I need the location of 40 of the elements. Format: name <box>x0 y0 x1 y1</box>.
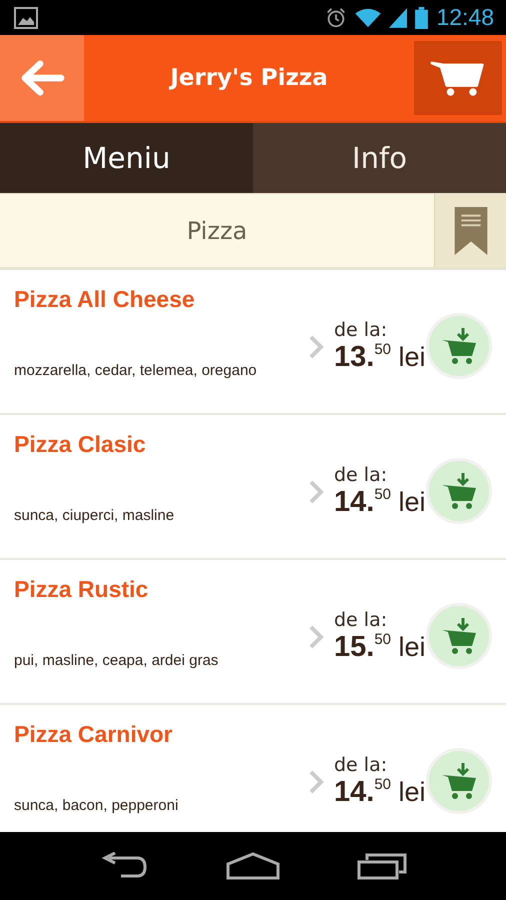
wifi-icon <box>355 8 382 28</box>
clock-time: 12:48 <box>436 4 494 31</box>
pizza-name: Pizza Rustic <box>14 576 150 603</box>
chevron-icon <box>308 624 324 650</box>
price-text: 14.$^{50}$ lei <box>334 776 426 809</box>
chevron-icon <box>308 478 324 504</box>
ingredients-text: mozzarella, cedar, telemea, oregano <box>14 362 258 379</box>
chevron-icon <box>308 768 324 794</box>
battery-icon <box>415 6 428 28</box>
price-prefix: de la: <box>334 464 388 486</box>
tab[interactable]: Meniu <box>0 123 253 193</box>
price-text: 14.$^{50}$ lei <box>334 486 426 519</box>
menu-item-row[interactable]: Pizza Rustic pui, masline, ceapa, ardei gras de la: 15.$^{50}$ lei <box>0 560 506 705</box>
pizza-name: Pizza All Cheese <box>14 286 196 313</box>
price-prefix: de la: <box>334 609 388 631</box>
cart-icon <box>430 59 486 97</box>
home-icon[interactable] <box>226 852 280 880</box>
price-prefix: de la: <box>334 319 388 341</box>
chevron-icon <box>308 334 324 360</box>
menu-item-row[interactable]: Pizza All Cheese mozzarella, cedar, telemea, oregano de la: 13.$^{50}$ lei <box>0 270 506 415</box>
ingredients-text: sunca, ciuperci, masline <box>14 507 176 524</box>
picture-icon <box>14 6 38 28</box>
bookmark-button[interactable] <box>434 194 506 267</box>
pizza-name: Pizza Clasic <box>14 431 147 458</box>
back-button[interactable] <box>0 35 84 121</box>
alarm-icon <box>325 6 348 28</box>
bookmark-icon <box>454 206 488 254</box>
menu-item-row[interactable]: Pizza Clasic sunca, ciuperci, masline de la: 14.$^{50}$ lei <box>0 415 506 560</box>
ingredients-text: sunca, bacon, pepperoni <box>14 797 180 814</box>
back-arrow-icon <box>19 59 65 97</box>
price-text: 13.$^{50}$ lei <box>334 341 426 374</box>
price-prefix: de la: <box>334 754 388 776</box>
price-text: 15.$^{50}$ lei <box>334 631 426 664</box>
ingredients-text: pui, masline, ceapa, ardei gras <box>14 652 220 669</box>
pizza-name: Pizza Carnivor <box>14 721 174 748</box>
tab[interactable]: Info <box>253 123 506 193</box>
signal-icon <box>389 8 408 28</box>
restaurant-title: Jerry's Pizza <box>168 65 329 91</box>
recent-apps-icon[interactable] <box>357 852 408 880</box>
cart-button[interactable] <box>414 41 502 115</box>
